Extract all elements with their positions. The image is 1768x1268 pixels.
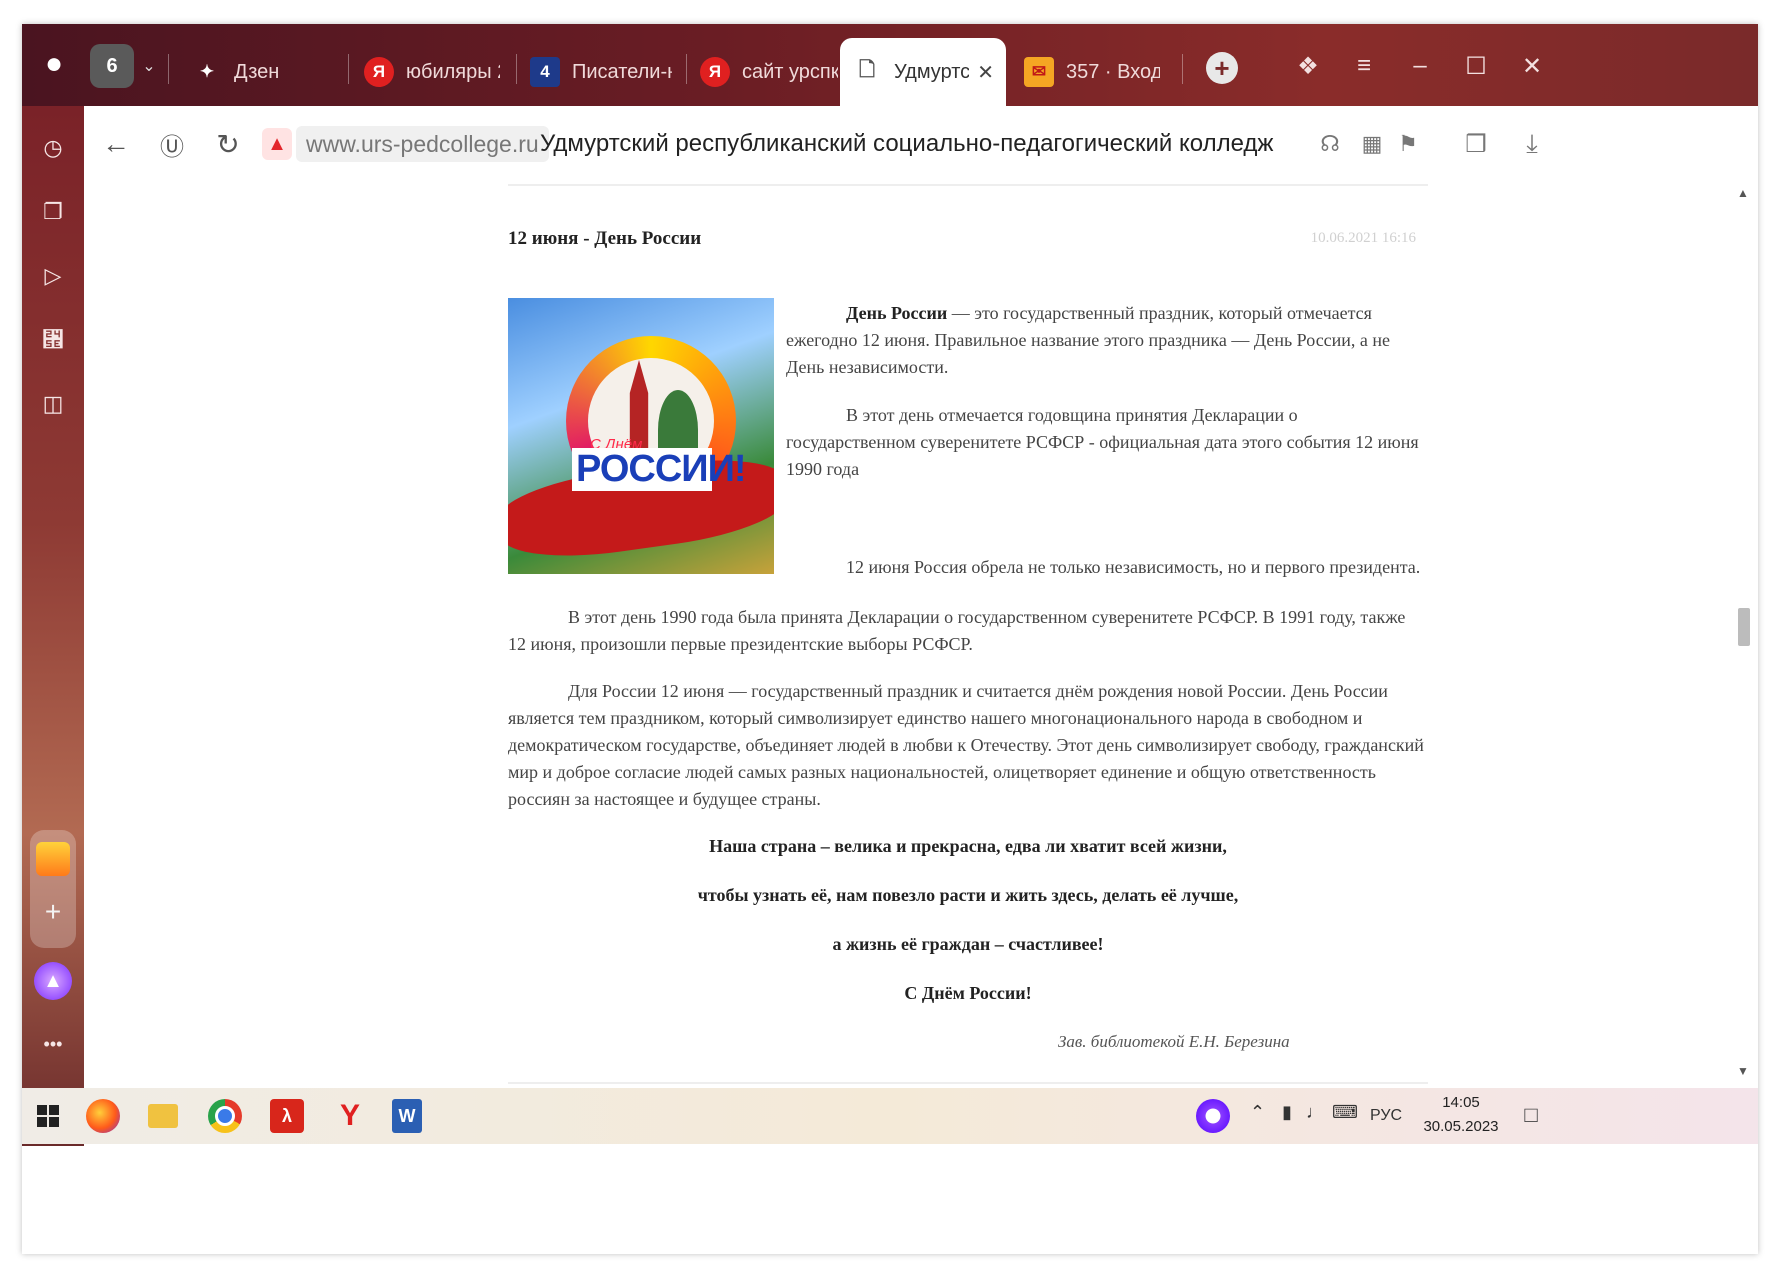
word-icon[interactable]: W: [392, 1099, 422, 1133]
yandex-browser-icon[interactable]: Y: [330, 1096, 370, 1136]
tab-writers[interactable]: 4 Писатели-юб: [518, 38, 684, 106]
tabs-six-icon[interactable]: ⑞: [35, 322, 71, 358]
reader-mode-icon[interactable]: ▦: [1356, 128, 1388, 160]
close-window-icon[interactable]: ✕: [1514, 48, 1550, 84]
chevron-down-icon[interactable]: ⌄: [134, 46, 164, 86]
firefox-icon[interactable]: [86, 1099, 120, 1133]
microphone-icon[interactable]: ▮: [1282, 1102, 1292, 1123]
tab-dzen[interactable]: ✦ Дзен: [180, 38, 340, 106]
signature: Зав. библиотекой Е.Н. Березина: [1058, 1032, 1290, 1051]
menu-icon[interactable]: ≡: [1346, 48, 1382, 84]
windows-taskbar: λ Y W ⌃ ▮ ♩ ⌨ РУС 14:05 30.05.2023 □: [22, 1088, 1758, 1144]
close-tab-icon[interactable]: ✕: [977, 60, 994, 85]
paragraph-1: День России — это государственный праздн…: [786, 300, 1426, 381]
image-greeting-big: РОССИИ!: [572, 448, 747, 491]
tab-strip: ● 6 ⌄ ✦ Дзен Я юбиляры 202 4 Писатели-юб…: [22, 24, 1758, 106]
four-favicon-icon: 4: [530, 57, 560, 87]
alice-assistant-icon[interactable]: ▲: [34, 962, 72, 1000]
page-icon: 🗋: [858, 59, 876, 81]
tab-label: Писатели-юб: [572, 60, 672, 83]
security-warning-icon[interactable]: ▲: [262, 128, 292, 160]
notification-center-icon[interactable]: □: [1516, 1100, 1546, 1130]
add-panel-plus-icon[interactable]: +: [30, 896, 76, 928]
tab-label: Дзен: [234, 60, 280, 83]
verse-line-2: чтобы узнать её, нам повезло расти и жит…: [697, 885, 1239, 905]
protect-shield-icon[interactable]: Ⓤ: [154, 126, 190, 162]
tab-separator: [348, 54, 349, 84]
scroll-down-arrow-icon[interactable]: ▼: [1737, 1064, 1749, 1078]
keyboard-icon[interactable]: ⌨: [1332, 1102, 1358, 1123]
maximize-icon[interactable]: ☐: [1458, 48, 1494, 84]
verse-line-1: Наша страна – велика и прекрасна, едва л…: [709, 836, 1227, 856]
mail-icon: ✉: [1024, 57, 1054, 87]
clock-date[interactable]: 30.05.2023: [1416, 1118, 1506, 1135]
play-icon[interactable]: ▷: [35, 258, 71, 294]
article-date: 10.06.2021 16:16: [1310, 230, 1416, 246]
tab-mail-inbox[interactable]: ✉ 357 · Входящи: [1012, 38, 1172, 106]
new-tab-plus-icon[interactable]: +: [1206, 52, 1238, 84]
tray-chevron-up-icon[interactable]: ⌃: [1250, 1102, 1265, 1123]
verse-line-3: а жизнь её граждан – счастливее!: [832, 934, 1104, 954]
alice-tray-icon[interactable]: [1196, 1099, 1230, 1133]
paragraph-3: 12 июня Россия обрела не только независи…: [846, 557, 1421, 577]
tab-label: сайт урспк им: [742, 60, 838, 83]
download-icon[interactable]: ⤓: [1516, 128, 1548, 160]
tabs-count-button[interactable]: 6: [90, 44, 134, 88]
tab-separator: [686, 54, 687, 84]
screenshot-icon[interactable]: ◫: [35, 386, 71, 422]
paragraph-5: Для России 12 июня — государственный пра…: [508, 681, 1424, 809]
page-title: Удмуртский республиканский социально-пед…: [540, 130, 1274, 157]
bookmark-icon[interactable]: ⚑: [1392, 128, 1424, 160]
tab-label: 357 · Входящи: [1066, 60, 1160, 83]
url-field[interactable]: www.urs-pedcollege.ru: [296, 126, 549, 162]
scroll-thumb[interactable]: [1738, 608, 1750, 646]
tab-udmurt-active[interactable]: 🗋 Удмуртский ✕: [840, 38, 1006, 106]
minimize-icon[interactable]: –: [1402, 48, 1438, 84]
mail-envelope-icon[interactable]: [36, 842, 70, 876]
scroll-up-arrow-icon[interactable]: ▲: [1737, 186, 1749, 200]
page-scrollbar[interactable]: ▲ ▼: [1734, 184, 1752, 1084]
tab-site-search[interactable]: Я сайт урспк им: [688, 38, 850, 106]
collections-icon[interactable]: ❐: [35, 194, 71, 230]
russia-day-image[interactable]: С Днём РОССИИ!: [508, 298, 774, 574]
windows-start-icon[interactable]: [28, 1096, 68, 1136]
reload-icon[interactable]: ↻: [210, 126, 246, 162]
address-toolbar: ← Ⓤ ↻ ▲ www.urs-pedcollege.ru Удмуртский…: [84, 106, 1758, 184]
bookmark-sync-icon[interactable]: ❖: [1290, 48, 1326, 84]
browser-sidebar: ◷ ❐ ▷ ⑞ ◫ + ▲ •••: [22, 106, 84, 1146]
news-article: 12 июня - День России 10.06.2021 16:16 С…: [508, 184, 1428, 1084]
file-explorer-icon[interactable]: [148, 1104, 178, 1128]
dzen-icon: ✦: [199, 62, 215, 81]
greeting-line: С Днём России!: [904, 983, 1032, 1003]
profile-icon[interactable]: ●: [36, 44, 72, 84]
paragraph-2: В этот день отмечается годовщина приняти…: [786, 405, 1419, 479]
acrobat-reader-icon[interactable]: λ: [270, 1099, 304, 1133]
more-dots-icon[interactable]: •••: [35, 1026, 71, 1062]
article-title[interactable]: 12 июня - День России: [508, 228, 701, 250]
sidebar-mail-panel[interactable]: +: [30, 830, 76, 948]
paragraph-1-bold: День России: [846, 303, 948, 323]
chrome-icon[interactable]: [208, 1099, 242, 1133]
history-clock-icon[interactable]: ◷: [35, 130, 71, 166]
yandex-favicon-icon: Я: [364, 57, 394, 87]
language-indicator[interactable]: РУС: [1370, 1107, 1402, 1125]
clock-time[interactable]: 14:05: [1416, 1094, 1506, 1111]
headphones-icon[interactable]: ☊: [1314, 128, 1346, 160]
extensions-icon[interactable]: ❒: [1460, 128, 1492, 160]
speaker-icon[interactable]: ♩: [1306, 1102, 1324, 1123]
tab-jubilee[interactable]: Я юбиляры 202: [352, 38, 512, 106]
yandex-favicon-icon: Я: [700, 57, 730, 87]
tab-separator: [516, 54, 517, 84]
tab-label: юбиляры 202: [406, 60, 500, 83]
screenshot-frame: ● 6 ⌄ ✦ Дзен Я юбиляры 202 4 Писатели-юб…: [22, 24, 1758, 1254]
tab-label: Удмуртский: [894, 60, 970, 83]
back-arrow-icon[interactable]: ←: [98, 126, 134, 162]
tab-separator: [1182, 54, 1183, 84]
page-content: 12 июня - День России 10.06.2021 16:16 С…: [84, 184, 1758, 1084]
paragraph-4: В этот день 1990 года была принята Декла…: [508, 607, 1406, 654]
tab-separator: [168, 54, 169, 84]
